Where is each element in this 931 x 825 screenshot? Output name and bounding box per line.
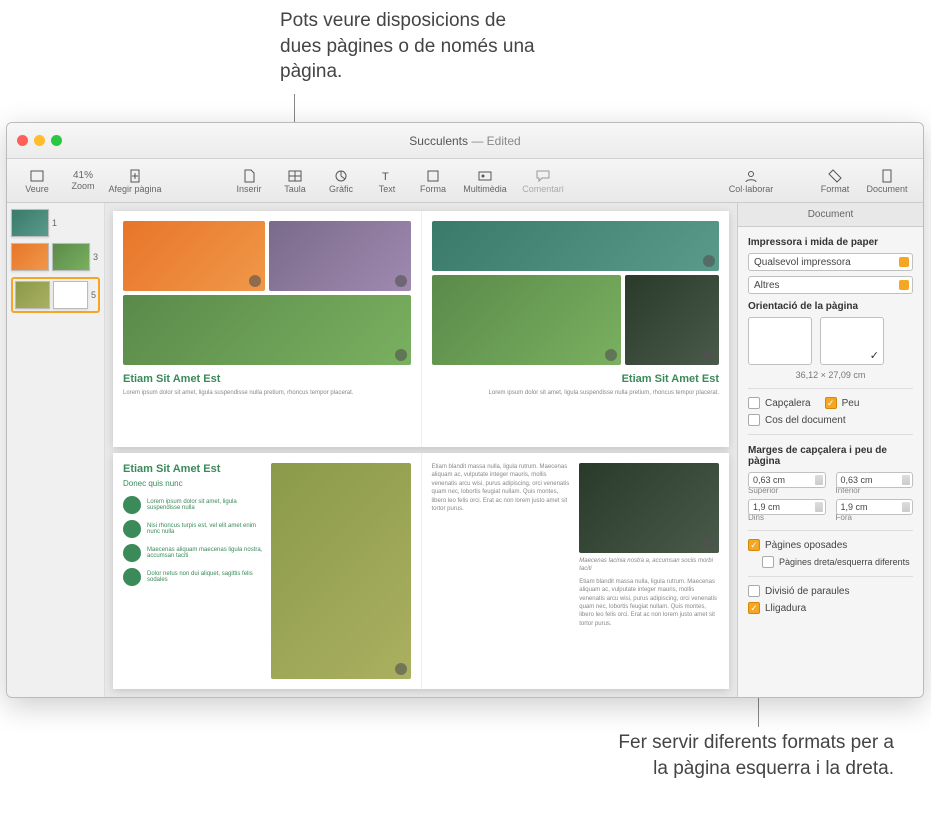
text-button[interactable]: TText bbox=[365, 162, 409, 200]
list-item: Dolor netus non dui aliquet, sagittis fe… bbox=[123, 568, 263, 586]
image-placeholder[interactable] bbox=[432, 275, 621, 365]
body-text: Etiam blandit massa nulla, ligula rutrum… bbox=[432, 463, 572, 679]
add-page-button[interactable]: Afegir pàgina bbox=[107, 162, 163, 200]
media-button[interactable]: Multimèdia bbox=[457, 162, 513, 200]
callout-bottom: Fer servir diferents formats per a la pà… bbox=[614, 730, 894, 781]
bullet-icon bbox=[123, 544, 141, 562]
fullscreen-icon[interactable] bbox=[51, 135, 62, 146]
page-left: Etiam Sit Amet Est Donec quis nunc Lorem… bbox=[113, 453, 421, 689]
facing-pages-label: Pàgines oposades bbox=[765, 540, 847, 551]
page-subheading: Donec quis nunc bbox=[123, 479, 263, 488]
body-text: Lorem ipsum dolor sit amet, ligula suspe… bbox=[123, 389, 411, 397]
margin-inside-input[interactable]: 1,9 cm bbox=[748, 499, 826, 515]
ligature-label: Lligadura bbox=[765, 603, 806, 614]
page-spread: Etiam Sit Amet Est Lorem ipsum dolor sit… bbox=[113, 211, 729, 447]
footer-checkbox[interactable]: ✓ bbox=[825, 397, 837, 409]
main-area: 1 3 5 Etiam Sit Amet Est Lorem ipsum dol… bbox=[7, 203, 923, 697]
svg-text:T: T bbox=[382, 171, 389, 183]
page-spread: Etiam Sit Amet Est Donec quis nunc Lorem… bbox=[113, 453, 729, 689]
header-checkbox[interactable] bbox=[748, 397, 760, 409]
list-item: Lorem ipsum dolor sit amet, ligula suspe… bbox=[123, 496, 263, 514]
body-label: Cos del document bbox=[765, 415, 846, 426]
page-dimensions: 36,12 × 27,09 cm bbox=[748, 370, 913, 380]
image-placeholder[interactable] bbox=[123, 221, 265, 291]
page-right: Etiam Sit Amet Est Lorem ipsum dolor sit… bbox=[421, 211, 730, 447]
bullet-icon bbox=[123, 496, 141, 514]
collaborate-button[interactable]: Col·laborar bbox=[723, 162, 779, 200]
app-window: Succulents — Edited Veure 41%Zoom Afegir… bbox=[6, 122, 924, 698]
margin-top-input[interactable]: 0,63 cm bbox=[748, 472, 826, 488]
image-placeholder[interactable] bbox=[269, 221, 411, 291]
table-button[interactable]: Taula bbox=[273, 162, 317, 200]
left-right-different-checkbox[interactable] bbox=[762, 556, 774, 568]
document-button[interactable]: Document bbox=[859, 162, 915, 200]
titlebar: Succulents — Edited bbox=[7, 123, 923, 159]
window-title: Succulents — Edited bbox=[409, 134, 520, 148]
list-item: Maecenas aliquam maecenas ligula nostra,… bbox=[123, 544, 263, 562]
comment-button[interactable]: Comentari bbox=[515, 162, 571, 200]
close-icon[interactable] bbox=[17, 135, 28, 146]
body-checkbox[interactable] bbox=[748, 414, 760, 426]
minimize-icon[interactable] bbox=[34, 135, 45, 146]
thumbnail-row[interactable]: 5 bbox=[11, 277, 100, 313]
chart-button[interactable]: Gràfic bbox=[319, 162, 363, 200]
window-controls bbox=[7, 135, 62, 146]
margin-outside-input[interactable]: 1,9 cm bbox=[836, 499, 914, 515]
printer-select[interactable]: Qualsevol impressora bbox=[748, 253, 913, 271]
callout-top: Pots veure disposicions de dues pàgines … bbox=[280, 8, 540, 85]
orientation-landscape[interactable] bbox=[820, 317, 884, 365]
section-header-orientation: Orientació de la pàgina bbox=[748, 301, 913, 312]
image-placeholder[interactable] bbox=[432, 221, 720, 271]
hyphenation-label: Divisió de paraules bbox=[765, 586, 850, 597]
page-heading: Etiam Sit Amet Est bbox=[123, 463, 263, 475]
section-header-printer: Impressora i mida de paper bbox=[748, 237, 913, 248]
image-placeholder[interactable] bbox=[123, 295, 411, 365]
page-right: Etiam blandit massa nulla, ligula rutrum… bbox=[421, 453, 730, 689]
shape-button[interactable]: Forma bbox=[411, 162, 455, 200]
format-button[interactable]: Format bbox=[813, 162, 857, 200]
bullet-icon bbox=[123, 520, 141, 538]
list-item: Nisi rhoncus turpis est, vel elit amet e… bbox=[123, 520, 263, 538]
image-placeholder[interactable] bbox=[579, 463, 719, 553]
image-placeholder[interactable] bbox=[271, 463, 411, 679]
document-canvas[interactable]: Etiam Sit Amet Est Lorem ipsum dolor sit… bbox=[105, 203, 737, 697]
paper-size-select[interactable]: Altres bbox=[748, 276, 913, 294]
thumbnail-row[interactable]: 3 bbox=[11, 243, 100, 271]
image-caption: Maecenas lacinia nostra a, accumsan soci… bbox=[579, 557, 719, 574]
ligature-checkbox[interactable]: ✓ bbox=[748, 602, 760, 614]
left-right-different-label: Pàgines dreta/esquerra diferents bbox=[779, 557, 910, 567]
zoom-button[interactable]: 41%Zoom bbox=[61, 162, 105, 200]
body-text: Etiam blandit massa nulla, ligula rutrum… bbox=[579, 578, 719, 628]
toolbar: Veure 41%Zoom Afegir pàgina Inserir Taul… bbox=[7, 159, 923, 203]
insert-button[interactable]: Inserir bbox=[227, 162, 271, 200]
view-button[interactable]: Veure bbox=[15, 162, 59, 200]
page-heading: Etiam Sit Amet Est bbox=[432, 373, 720, 385]
page-heading: Etiam Sit Amet Est bbox=[123, 373, 411, 385]
facing-pages-checkbox[interactable]: ✓ bbox=[748, 539, 760, 551]
hyphenation-checkbox[interactable] bbox=[748, 585, 760, 597]
inspector-tab-document[interactable]: Document bbox=[738, 203, 923, 227]
body-text: Lorem ipsum dolor sit amet, ligula suspe… bbox=[432, 389, 720, 397]
orientation-portrait[interactable] bbox=[748, 317, 812, 365]
header-label: Capçalera bbox=[765, 398, 811, 409]
inspector-panel: Document Impressora i mida de paper Qual… bbox=[737, 203, 923, 697]
image-placeholder[interactable] bbox=[625, 275, 720, 365]
section-header-margins: Marges de capçalera i peu de pàgina bbox=[748, 445, 913, 467]
thumbnail-row[interactable]: 1 bbox=[11, 209, 100, 237]
bullet-icon bbox=[123, 568, 141, 586]
footer-label: Peu bbox=[842, 398, 860, 409]
margin-bottom-input[interactable]: 0,63 cm bbox=[836, 472, 914, 488]
thumbnail-panel: 1 3 5 bbox=[7, 203, 105, 697]
page-left: Etiam Sit Amet Est Lorem ipsum dolor sit… bbox=[113, 211, 421, 447]
